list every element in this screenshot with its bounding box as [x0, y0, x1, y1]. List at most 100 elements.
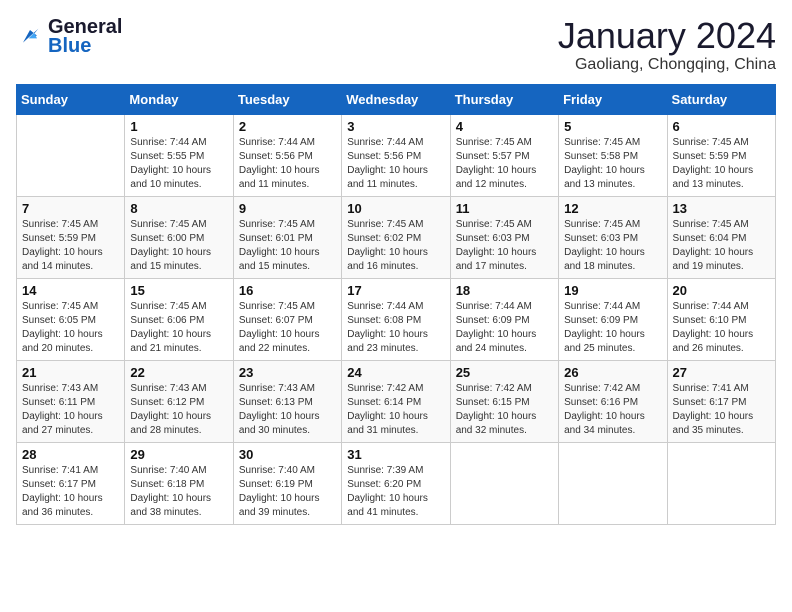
- day-number: 6: [673, 119, 770, 134]
- day-number: 31: [347, 447, 444, 462]
- day-number: 4: [456, 119, 553, 134]
- day-info: Sunrise: 7:44 AM Sunset: 5:56 PM Dayligh…: [347, 136, 444, 192]
- logo-bird-icon: [16, 23, 44, 51]
- day-info: Sunrise: 7:45 AM Sunset: 6:00 PM Dayligh…: [130, 218, 227, 274]
- calendar-cell: 6 Sunrise: 7:45 AM Sunset: 5:59 PM Daylig…: [667, 114, 775, 196]
- day-info: Sunrise: 7:45 AM Sunset: 5:59 PM Dayligh…: [673, 136, 770, 192]
- day-number: 3: [347, 119, 444, 134]
- calendar-body: 1 Sunrise: 7:44 AM Sunset: 5:55 PM Daylig…: [17, 114, 776, 524]
- weekday-header: Tuesday: [233, 84, 341, 114]
- day-number: 25: [456, 365, 553, 380]
- day-number: 12: [564, 201, 661, 216]
- day-info: Sunrise: 7:45 AM Sunset: 5:57 PM Dayligh…: [456, 136, 553, 192]
- day-info: Sunrise: 7:41 AM Sunset: 6:17 PM Dayligh…: [22, 464, 119, 520]
- calendar-cell: 11Sunrise: 7:45 AM Sunset: 6:03 PM Dayli…: [450, 196, 558, 278]
- calendar-cell: [450, 442, 558, 524]
- calendar-cell: 8 Sunrise: 7:45 AM Sunset: 6:00 PM Daylig…: [125, 196, 233, 278]
- day-number: 21: [22, 365, 119, 380]
- calendar-subtitle: Gaoliang, Chongqing, China: [558, 56, 776, 74]
- day-info: Sunrise: 7:40 AM Sunset: 6:18 PM Dayligh…: [130, 464, 227, 520]
- day-number: 1: [130, 119, 227, 134]
- weekday-row: SundayMondayTuesdayWednesdayThursdayFrid…: [17, 84, 776, 114]
- calendar-cell: 29Sunrise: 7:40 AM Sunset: 6:18 PM Dayli…: [125, 442, 233, 524]
- calendar-cell: 26Sunrise: 7:42 AM Sunset: 6:16 PM Dayli…: [559, 360, 667, 442]
- day-info: Sunrise: 7:45 AM Sunset: 5:59 PM Dayligh…: [22, 218, 119, 274]
- day-info: Sunrise: 7:39 AM Sunset: 6:20 PM Dayligh…: [347, 464, 444, 520]
- day-number: 8: [130, 201, 227, 216]
- day-number: 24: [347, 365, 444, 380]
- calendar-cell: 10Sunrise: 7:45 AM Sunset: 6:02 PM Dayli…: [342, 196, 450, 278]
- calendar-cell: 16Sunrise: 7:45 AM Sunset: 6:07 PM Dayli…: [233, 278, 341, 360]
- day-info: Sunrise: 7:45 AM Sunset: 6:02 PM Dayligh…: [347, 218, 444, 274]
- day-info: Sunrise: 7:40 AM Sunset: 6:19 PM Dayligh…: [239, 464, 336, 520]
- calendar-cell: 30 Sunrise: 7:40 AM Sunset: 6:19 PM Dayli…: [233, 442, 341, 524]
- logo-blue: Blue: [48, 35, 91, 58]
- day-info: Sunrise: 7:44 AM Sunset: 6:10 PM Dayligh…: [673, 300, 770, 356]
- calendar-cell: 18Sunrise: 7:44 AM Sunset: 6:09 PM Dayli…: [450, 278, 558, 360]
- day-number: 22: [130, 365, 227, 380]
- calendar-cell: 17 Sunrise: 7:44 AM Sunset: 6:08 PM Dayli…: [342, 278, 450, 360]
- day-info: Sunrise: 7:44 AM Sunset: 5:55 PM Dayligh…: [130, 136, 227, 192]
- weekday-header: Friday: [559, 84, 667, 114]
- calendar-week-row: 28Sunrise: 7:41 AM Sunset: 6:17 PM Dayli…: [17, 442, 776, 524]
- calendar-cell: 3 Sunrise: 7:44 AM Sunset: 5:56 PM Daylig…: [342, 114, 450, 196]
- day-info: Sunrise: 7:41 AM Sunset: 6:17 PM Dayligh…: [673, 382, 770, 438]
- calendar-cell: 9Sunrise: 7:45 AM Sunset: 6:01 PM Daylig…: [233, 196, 341, 278]
- day-info: Sunrise: 7:45 AM Sunset: 6:06 PM Dayligh…: [130, 300, 227, 356]
- weekday-header: Thursday: [450, 84, 558, 114]
- weekday-header: Wednesday: [342, 84, 450, 114]
- day-info: Sunrise: 7:45 AM Sunset: 5:58 PM Dayligh…: [564, 136, 661, 192]
- weekday-header: Monday: [125, 84, 233, 114]
- day-number: 30: [239, 447, 336, 462]
- day-info: Sunrise: 7:45 AM Sunset: 6:04 PM Dayligh…: [673, 218, 770, 274]
- day-number: 5: [564, 119, 661, 134]
- calendar-cell: 22Sunrise: 7:43 AM Sunset: 6:12 PM Dayli…: [125, 360, 233, 442]
- day-number: 14: [22, 283, 119, 298]
- day-number: 19: [564, 283, 661, 298]
- calendar-cell: 21 Sunrise: 7:43 AM Sunset: 6:11 PM Dayli…: [17, 360, 125, 442]
- logo: General Blue: [16, 16, 122, 58]
- calendar-cell: [17, 114, 125, 196]
- day-info: Sunrise: 7:43 AM Sunset: 6:11 PM Dayligh…: [22, 382, 119, 438]
- calendar-week-row: 21 Sunrise: 7:43 AM Sunset: 6:11 PM Dayli…: [17, 360, 776, 442]
- calendar-cell: [559, 442, 667, 524]
- day-number: 17: [347, 283, 444, 298]
- calendar-week-row: 14Sunrise: 7:45 AM Sunset: 6:05 PM Dayli…: [17, 278, 776, 360]
- day-number: 2: [239, 119, 336, 134]
- page-header: General Blue January 2024 Gaoliang, Chon…: [16, 16, 776, 74]
- calendar-cell: 28Sunrise: 7:41 AM Sunset: 6:17 PM Dayli…: [17, 442, 125, 524]
- day-info: Sunrise: 7:42 AM Sunset: 6:14 PM Dayligh…: [347, 382, 444, 438]
- calendar-cell: 24 Sunrise: 7:42 AM Sunset: 6:14 PM Dayli…: [342, 360, 450, 442]
- day-info: Sunrise: 7:44 AM Sunset: 6:09 PM Dayligh…: [564, 300, 661, 356]
- calendar-cell: 20 Sunrise: 7:44 AM Sunset: 6:10 PM Dayli…: [667, 278, 775, 360]
- calendar-cell: 5 Sunrise: 7:45 AM Sunset: 5:58 PM Daylig…: [559, 114, 667, 196]
- calendar-cell: 15 Sunrise: 7:45 AM Sunset: 6:06 PM Dayli…: [125, 278, 233, 360]
- calendar-cell: 25 Sunrise: 7:42 AM Sunset: 6:15 PM Dayli…: [450, 360, 558, 442]
- day-number: 26: [564, 365, 661, 380]
- day-number: 13: [673, 201, 770, 216]
- day-number: 20: [673, 283, 770, 298]
- day-number: 15: [130, 283, 227, 298]
- calendar-week-row: 7 Sunrise: 7:45 AM Sunset: 5:59 PM Daylig…: [17, 196, 776, 278]
- day-info: Sunrise: 7:44 AM Sunset: 6:08 PM Dayligh…: [347, 300, 444, 356]
- calendar-cell: 4 Sunrise: 7:45 AM Sunset: 5:57 PM Daylig…: [450, 114, 558, 196]
- calendar-cell: 27 Sunrise: 7:41 AM Sunset: 6:17 PM Dayli…: [667, 360, 775, 442]
- day-info: Sunrise: 7:44 AM Sunset: 5:56 PM Dayligh…: [239, 136, 336, 192]
- calendar-header: SundayMondayTuesdayWednesdayThursdayFrid…: [17, 84, 776, 114]
- calendar-cell: 14Sunrise: 7:45 AM Sunset: 6:05 PM Dayli…: [17, 278, 125, 360]
- calendar-cell: 23 Sunrise: 7:43 AM Sunset: 6:13 PM Dayli…: [233, 360, 341, 442]
- day-info: Sunrise: 7:42 AM Sunset: 6:15 PM Dayligh…: [456, 382, 553, 438]
- day-info: Sunrise: 7:45 AM Sunset: 6:01 PM Dayligh…: [239, 218, 336, 274]
- calendar-table: SundayMondayTuesdayWednesdayThursdayFrid…: [16, 84, 776, 525]
- day-number: 23: [239, 365, 336, 380]
- calendar-cell: 19 Sunrise: 7:44 AM Sunset: 6:09 PM Dayli…: [559, 278, 667, 360]
- day-number: 27: [673, 365, 770, 380]
- logo-text-block: General Blue: [48, 16, 122, 58]
- day-info: Sunrise: 7:43 AM Sunset: 6:13 PM Dayligh…: [239, 382, 336, 438]
- calendar-cell: 12Sunrise: 7:45 AM Sunset: 6:03 PM Dayli…: [559, 196, 667, 278]
- day-number: 7: [22, 201, 119, 216]
- calendar-cell: 7 Sunrise: 7:45 AM Sunset: 5:59 PM Daylig…: [17, 196, 125, 278]
- calendar-title-area: January 2024 Gaoliang, Chongqing, China: [558, 16, 776, 74]
- day-info: Sunrise: 7:45 AM Sunset: 6:03 PM Dayligh…: [456, 218, 553, 274]
- day-info: Sunrise: 7:44 AM Sunset: 6:09 PM Dayligh…: [456, 300, 553, 356]
